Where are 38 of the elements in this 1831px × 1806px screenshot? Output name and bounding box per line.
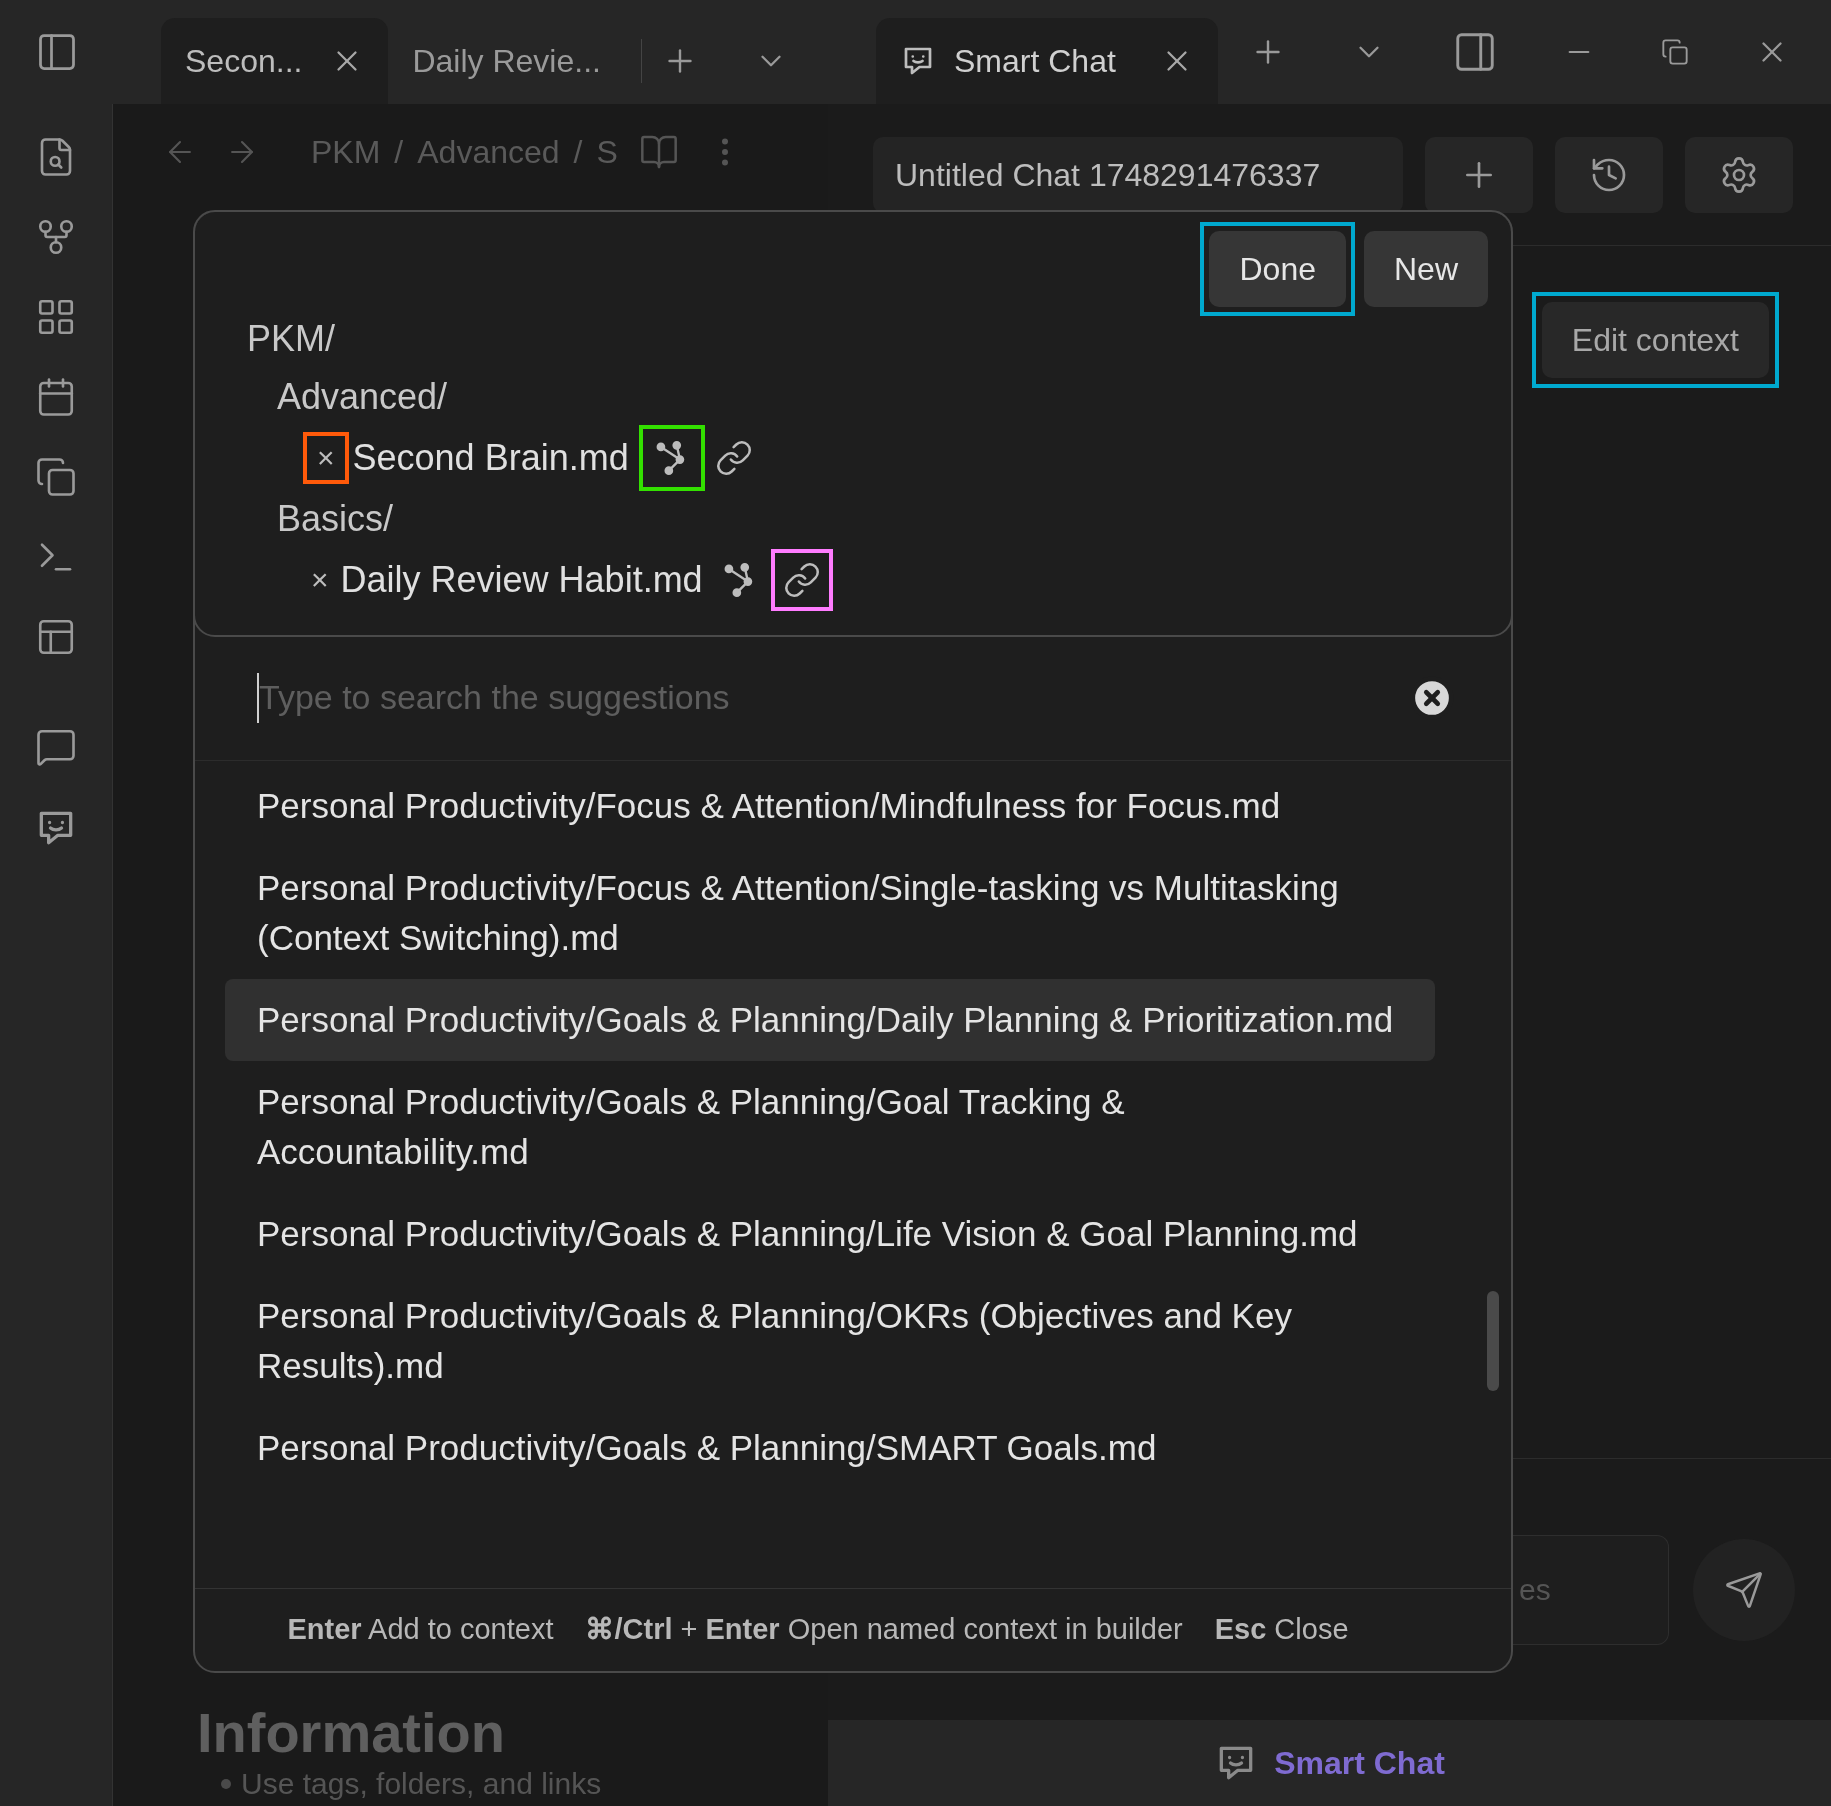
link-icon[interactable] bbox=[714, 439, 753, 477]
footer-title: Smart Chat bbox=[1274, 1744, 1445, 1783]
folder-name: Advanced/ bbox=[277, 375, 448, 419]
breadcrumb-separator: / bbox=[573, 133, 583, 172]
folder-name: Basics/ bbox=[277, 497, 394, 541]
edit-context-button[interactable]: Edit context bbox=[1541, 302, 1769, 378]
file-name: Second Brain.md bbox=[352, 436, 629, 480]
folder-name: PKM/ bbox=[247, 317, 335, 361]
suggestion-item[interactable]: Personal Productivity/Goals & Planning/Life Vision & Goal Planning.md bbox=[225, 1193, 1435, 1275]
settings-button[interactable] bbox=[1685, 136, 1793, 213]
scrollbar-thumb[interactable] bbox=[1487, 1291, 1499, 1391]
chat-title-field[interactable]: Untitled Chat 1748291476337 bbox=[873, 136, 1403, 213]
bullet-text: Use tags, folders, and links bbox=[241, 1766, 602, 1802]
keyboard-hint: Esc Close bbox=[1214, 1612, 1349, 1648]
suggestion-item[interactable]: Personal Productivity/Focus & Attention/Single-tasking vs Multitasking (Context Switching).md bbox=[225, 847, 1435, 979]
link-icon[interactable] bbox=[782, 561, 821, 599]
suggestion-item[interactable]: Personal Productivity/Goals & Planning/Daily Planning & Prioritization.md bbox=[225, 979, 1435, 1061]
keyboard-hint: ⌘/Ctrl + Enter Open named context in builder bbox=[585, 1612, 1183, 1648]
tab[interactable]: Secon... bbox=[161, 18, 389, 104]
bullet-icon bbox=[221, 1779, 231, 1789]
done-button[interactable]: Done bbox=[1209, 231, 1346, 307]
tab[interactable]: Daily Revie... bbox=[388, 18, 625, 104]
copy-icon[interactable] bbox=[35, 456, 77, 498]
new-button[interactable]: New bbox=[1364, 231, 1488, 307]
suggestion-item[interactable]: Personal Productivity/Goals & Planning/Goal Tracking & Accountability.md bbox=[225, 1061, 1435, 1193]
suggestion-item[interactable]: Personal Productivity/Goals & Planning/OKRs (Objectives and Key Results).md bbox=[225, 1275, 1435, 1407]
remove-button[interactable]: × bbox=[303, 560, 337, 600]
remove-button[interactable]: × bbox=[309, 438, 343, 478]
history-button[interactable] bbox=[1555, 136, 1663, 213]
suggestion-item[interactable]: Personal Productivity/Goals & Planning/SMART Goals.md bbox=[225, 1407, 1435, 1489]
keyboard-hint: Enter Add to context bbox=[287, 1612, 554, 1648]
file-name: Daily Review Habit.md bbox=[340, 558, 703, 602]
note-heading: Information bbox=[197, 1700, 506, 1766]
breadcrumb-separator: / bbox=[394, 133, 404, 172]
suggestion-item[interactable]: Personal Productivity/Focus & Attention/Mindfulness for Focus.md bbox=[225, 765, 1435, 847]
send-icon bbox=[1724, 1569, 1764, 1610]
restore-icon[interactable] bbox=[1661, 38, 1690, 66]
tab[interactable]: Smart Chat bbox=[876, 18, 1218, 104]
